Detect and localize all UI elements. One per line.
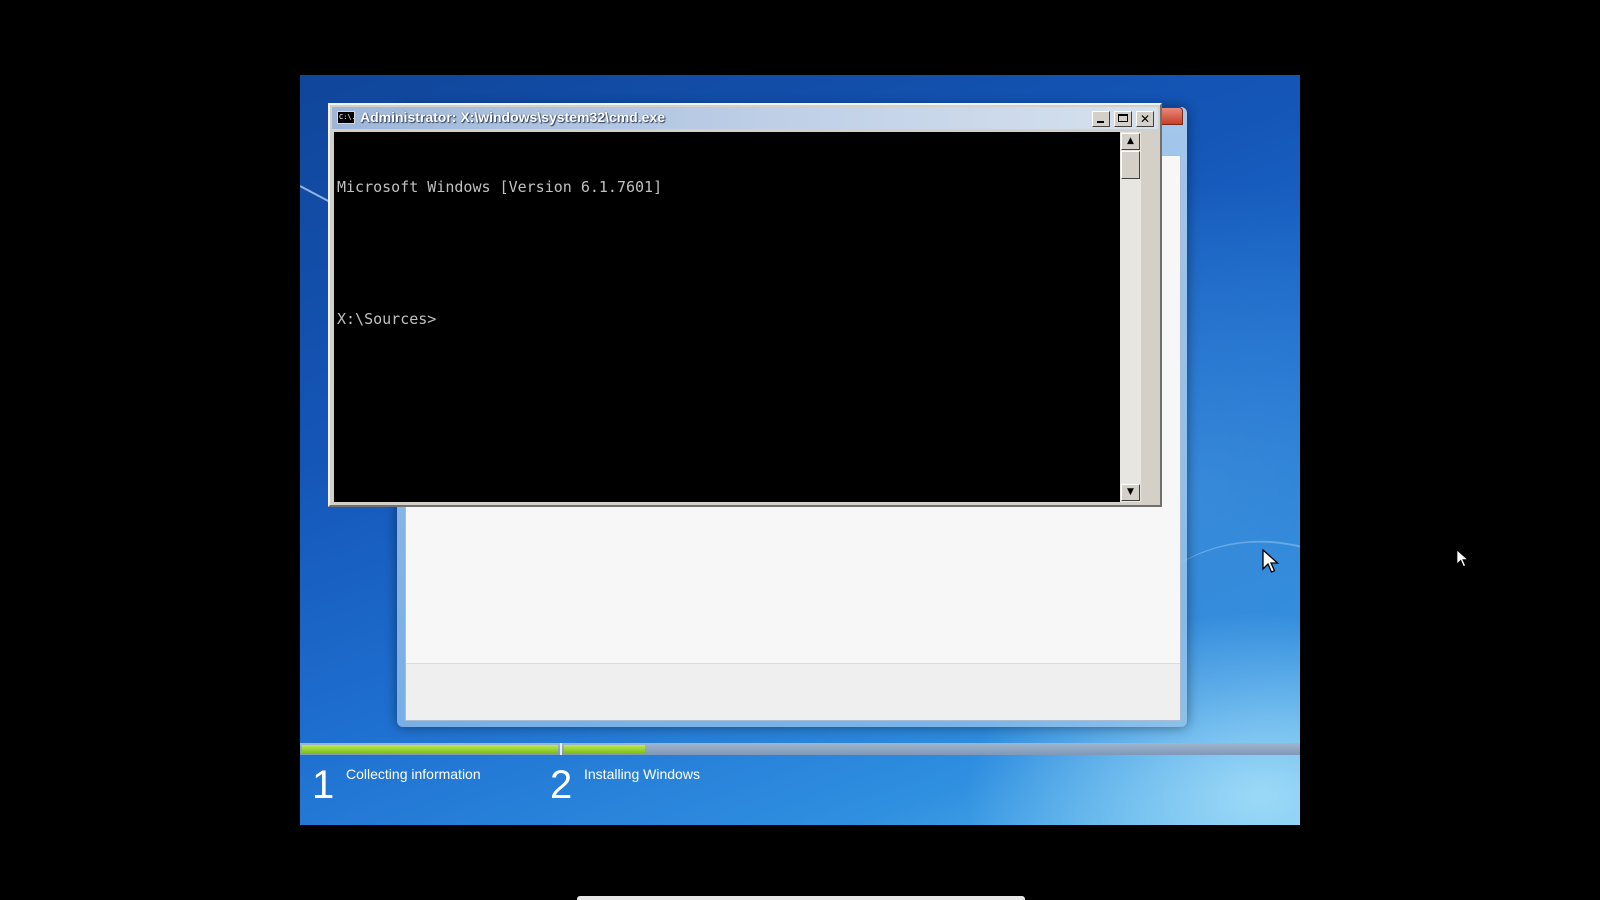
console-prompt[interactable]: X:\Sources> xyxy=(337,308,1120,330)
cmd-window-title: Administrator: X:\windows\system32\cmd.e… xyxy=(360,109,665,125)
step-label: Installing Windows xyxy=(584,766,700,782)
minimize-button[interactable] xyxy=(1092,111,1110,127)
console-line: Microsoft Windows [Version 6.1.7601] xyxy=(337,178,663,196)
setup-progress-bar xyxy=(300,743,1300,755)
close-icon: ✕ xyxy=(1139,112,1151,126)
vertical-scrollbar[interactable]: ▲ ▼ xyxy=(1120,132,1141,502)
progress-divider xyxy=(560,743,562,755)
scrollbar-thumb[interactable] xyxy=(1121,151,1140,179)
screen-bottom-edge xyxy=(577,896,1025,900)
close-button[interactable]: ✕ xyxy=(1136,111,1154,127)
progress-step2-fill xyxy=(564,745,645,753)
progress-step1-fill xyxy=(302,745,558,753)
step-label: Collecting information xyxy=(346,766,481,782)
minimize-icon xyxy=(1097,121,1104,123)
maximize-button[interactable] xyxy=(1114,111,1132,127)
cmd-titlebar[interactable]: C:\. Administrator: X:\windows\system32\… xyxy=(332,107,1158,129)
setup-window-footer xyxy=(406,663,1180,720)
scroll-down-arrow-icon[interactable]: ▼ xyxy=(1121,484,1140,501)
cmd-icon[interactable]: C:\. xyxy=(337,111,356,124)
step-number: 1 xyxy=(312,763,335,807)
cmd-window[interactable]: C:\. Administrator: X:\windows\system32\… xyxy=(328,103,1162,507)
windows-setup-screen: C:\. Administrator: X:\windows\system32\… xyxy=(300,75,1300,825)
step-number: 2 xyxy=(550,763,573,807)
maximize-icon xyxy=(1118,114,1128,122)
console-output[interactable]: Microsoft Windows [Version 6.1.7601] X:\… xyxy=(334,132,1120,502)
scroll-up-arrow-icon[interactable]: ▲ xyxy=(1121,133,1140,150)
